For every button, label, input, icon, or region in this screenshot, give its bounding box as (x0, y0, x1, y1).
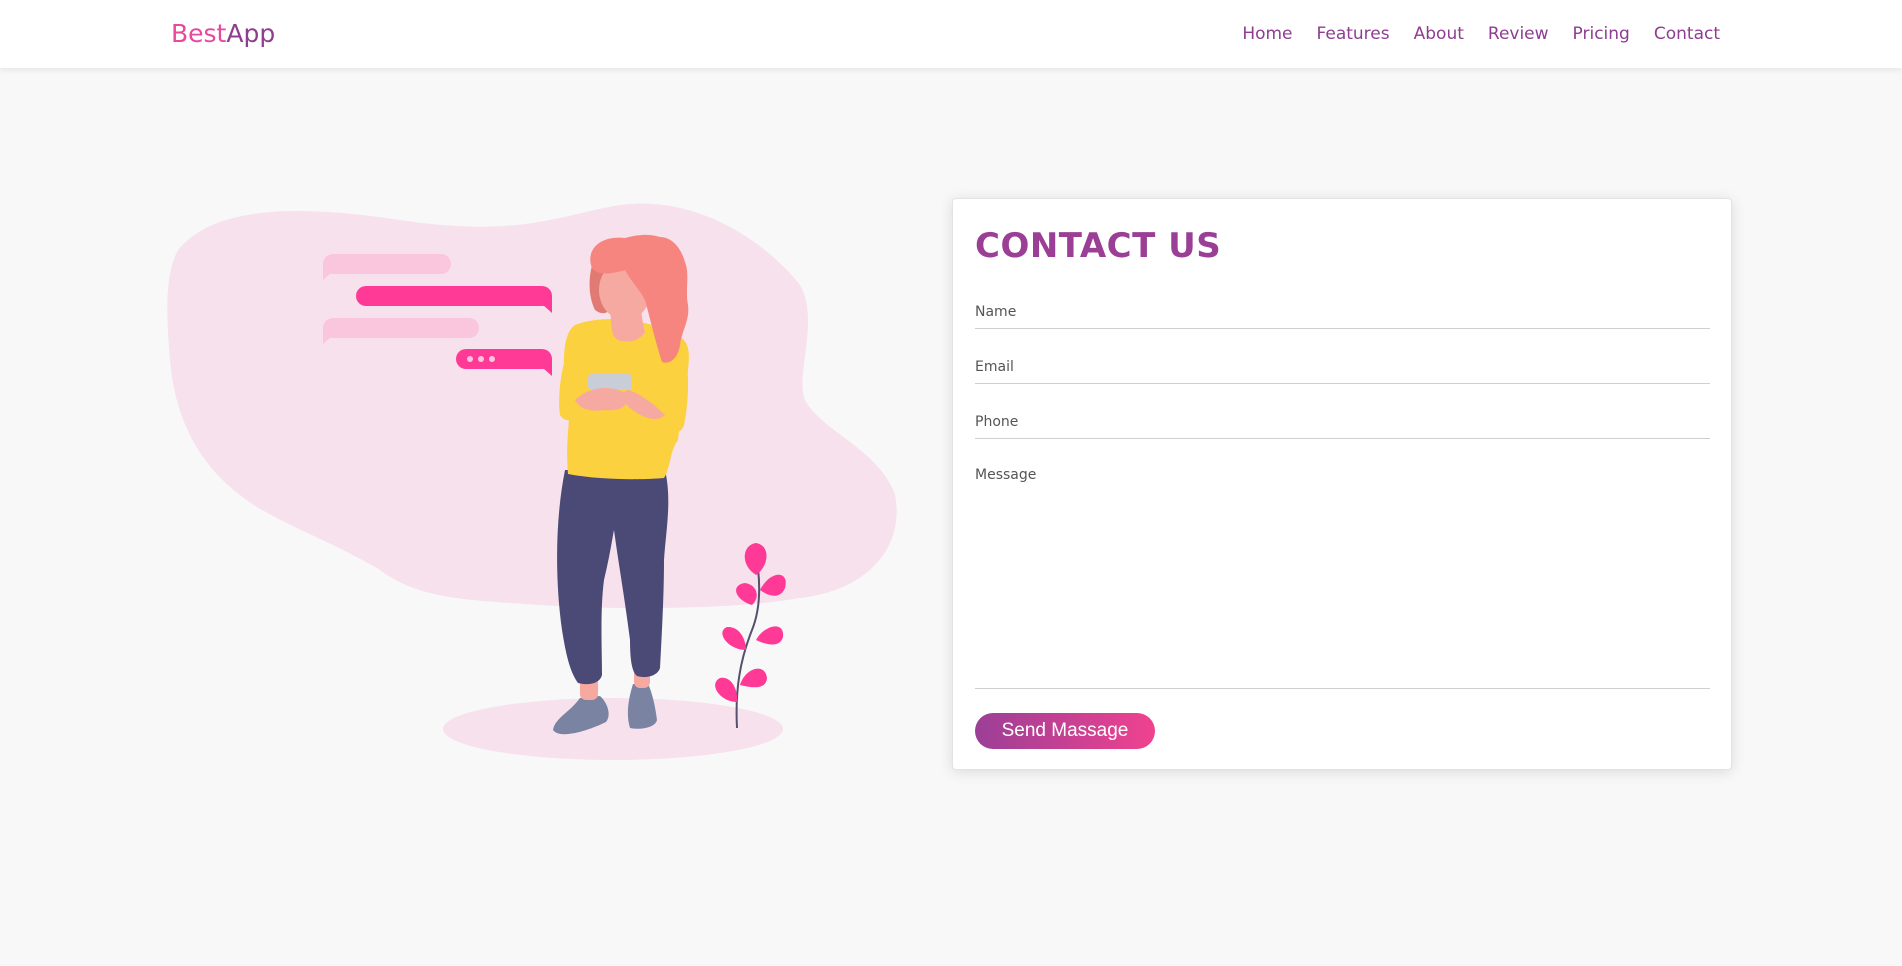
email-input[interactable] (975, 356, 1710, 384)
background-blob (167, 203, 897, 609)
typing-dot (467, 356, 473, 362)
brand-logo[interactable]: BestApp (171, 18, 275, 50)
brand-logo-part2: App (226, 19, 276, 48)
nav-link-pricing[interactable]: Pricing (1573, 22, 1630, 46)
nav-link-contact[interactable]: Contact (1654, 22, 1720, 46)
plant-leaf (715, 677, 738, 702)
plant-leaf (740, 668, 767, 688)
nav-links: Home Features About Review Pricing Conta… (1218, 22, 1720, 46)
nav-link-about[interactable]: About (1414, 22, 1464, 46)
shoe-right (627, 684, 657, 729)
brand-logo-part1: Best (171, 19, 227, 48)
chat-bubble-2 (356, 286, 552, 306)
phone-input[interactable] (975, 411, 1710, 439)
chat-bubble-1 (323, 254, 451, 274)
typing-dot (489, 356, 495, 362)
chat-bubble-3 (323, 318, 479, 338)
typing-dot (478, 356, 484, 362)
message-textarea[interactable] (975, 465, 1710, 689)
nav-link-review[interactable]: Review (1488, 22, 1549, 46)
phone (588, 374, 632, 390)
send-message-button[interactable]: Send Massage (975, 713, 1155, 749)
nav-link-home[interactable]: Home (1242, 22, 1292, 46)
navbar: BestApp Home Features About Review Prici… (0, 0, 1902, 68)
nav-link-features[interactable]: Features (1317, 22, 1390, 46)
plant-leaf (722, 626, 746, 650)
name-input[interactable] (975, 301, 1710, 329)
ground-shadow (443, 698, 783, 760)
contact-form-card: CONTACT US Send Massage (952, 198, 1732, 770)
contact-illustration (167, 203, 897, 760)
plant-leaf (756, 626, 784, 645)
contact-title: CONTACT US (975, 226, 1222, 266)
